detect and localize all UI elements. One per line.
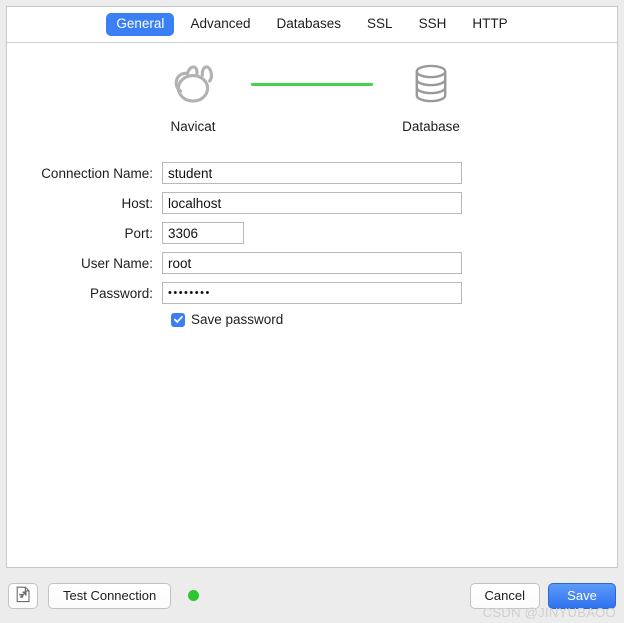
database-cylinder-icon (412, 59, 450, 109)
save-password-checkbox[interactable] (171, 312, 185, 327)
connection-form: Connection Name: Host: Port: User Name: Pass… (7, 162, 617, 327)
label-user-name: User Name: (80, 255, 153, 271)
tab-bar: General Advanced Databases SSL SSH HTTP (7, 7, 617, 43)
tab-advanced[interactable]: Advanced (180, 13, 260, 36)
page-export-icon-button[interactable] (8, 582, 38, 609)
save-password-label: Save password (191, 312, 284, 327)
form-row-connection-name: Connection Name: (7, 162, 617, 184)
page-export-icon (16, 586, 31, 606)
form-row-host: Host: (7, 192, 617, 214)
input-host[interactable] (162, 192, 462, 214)
input-port[interactable] (162, 222, 244, 244)
input-user-name[interactable] (162, 252, 462, 274)
cancel-button[interactable]: Cancel (469, 582, 540, 609)
status-dot-icon (188, 590, 200, 601)
connection-line (251, 83, 373, 86)
label-port: Port: (124, 225, 153, 241)
form-row-user-name: User Name: (7, 252, 617, 274)
form-row-password: Password: (7, 282, 617, 304)
tab-databases[interactable]: Databases (266, 13, 351, 36)
tab-general[interactable]: General (106, 13, 175, 36)
label-host: Host: (121, 195, 153, 211)
tab-ssl[interactable]: SSL (357, 13, 403, 36)
save-password-row[interactable]: Save password (7, 312, 617, 327)
input-password[interactable] (162, 282, 462, 304)
connection-settings-panel: General Advanced Databases SSL SSH HTTP Navic… (6, 6, 618, 568)
test-connection-button[interactable]: Test Connection (48, 582, 172, 609)
diagram-target-label: Database (402, 119, 460, 134)
navicat-logo-icon (171, 59, 215, 109)
tab-ssh[interactable]: SSH (409, 13, 457, 36)
label-connection-name: Connection Name: (41, 165, 153, 181)
input-connection-name[interactable] (162, 162, 462, 184)
diagram-node-source: Navicat (135, 59, 251, 134)
save-button[interactable]: Save (548, 582, 616, 609)
label-password: Password: (89, 285, 153, 301)
diagram-node-target: Database (373, 59, 489, 134)
dialog-footer: Test Connection Cancel Save (0, 568, 624, 623)
tab-http[interactable]: HTTP (462, 13, 517, 36)
connection-diagram: Navicat Database (7, 59, 617, 134)
form-row-port: Port: (7, 222, 617, 244)
diagram-source-label: Navicat (170, 119, 216, 134)
